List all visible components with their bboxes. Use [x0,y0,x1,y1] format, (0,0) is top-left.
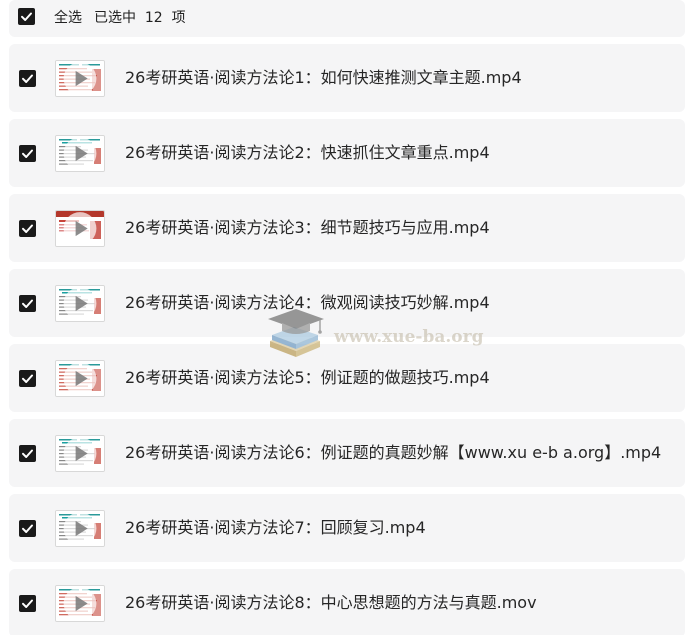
play-icon [63,62,97,95]
file-checkbox[interactable] [19,595,36,612]
file-row[interactable]: 26考研英语·阅读方法论5：例证题的做题技巧.mp4 [9,344,685,412]
file-name[interactable]: 26考研英语·阅读方法论3：细节题技巧与应用.mp4 [125,218,490,238]
checkmark-icon [22,299,33,308]
file-row[interactable]: 26考研英语·阅读方法论7：回顾复习.mp4 [9,494,685,562]
file-checkbox[interactable] [19,520,36,537]
file-row[interactable]: 26考研英语·阅读方法论1：如何快速推测文章主题.mp4 [9,44,685,112]
selected-count-text: 已选中 12 项 [94,10,186,26]
checkmark-icon [21,12,32,21]
file-name[interactable]: 26考研英语·阅读方法论8：中心思想题的方法与真题.mov [125,593,537,613]
video-thumbnail[interactable] [55,60,105,97]
play-icon [63,437,97,470]
checkmark-icon [22,224,33,233]
video-thumbnail[interactable] [55,135,105,172]
play-icon [63,362,97,395]
file-checkbox[interactable] [19,295,36,312]
checkmark-icon [22,374,33,383]
play-icon [63,512,97,545]
select-all-label[interactable]: 全选 [54,8,82,28]
select-all-checkbox[interactable] [18,8,35,25]
file-row[interactable]: 26考研英语·阅读方法论3：细节题技巧与应用.mp4 [9,194,685,262]
checkmark-icon [22,599,33,608]
file-name[interactable]: 26考研英语·阅读方法论1：如何快速推测文章主题.mp4 [125,68,522,88]
file-row[interactable]: 26考研英语·阅读方法论2：快速抓住文章重点.mp4 [9,119,685,187]
video-thumbnail[interactable] [55,435,105,472]
checkmark-icon [22,449,33,458]
checkmark-icon [22,524,33,533]
file-checkbox[interactable] [19,370,36,387]
file-name[interactable]: 26考研英语·阅读方法论2：快速抓住文章重点.mp4 [125,143,490,163]
play-icon [63,287,97,320]
checkmark-icon [22,74,33,83]
file-name[interactable]: 26考研英语·阅读方法论5：例证题的做题技巧.mp4 [125,368,490,388]
file-name[interactable]: 26考研英语·阅读方法论4：微观阅读技巧妙解.mp4 [125,293,490,313]
video-thumbnail[interactable] [55,510,105,547]
video-thumbnail[interactable] [55,585,105,622]
file-list-page: 全选 已选中 12 项 26考研英语·阅读方法论1：如何快速推测文章主题.mp4… [0,0,685,635]
file-name[interactable]: 26考研英语·阅读方法论7：回顾复习.mp4 [125,518,426,538]
file-checkbox[interactable] [19,145,36,162]
file-checkbox[interactable] [19,220,36,237]
play-icon [63,587,97,620]
file-checkbox[interactable] [19,445,36,462]
file-checkbox[interactable] [19,70,36,87]
play-icon [63,212,97,245]
file-row[interactable]: 26考研英语·阅读方法论6：例证题的真题妙解【www.xu e-b a.org】… [9,419,685,487]
file-row[interactable]: 26考研英语·阅读方法论4：微观阅读技巧妙解.mp4 [9,269,685,337]
video-thumbnail[interactable] [55,360,105,397]
play-icon [63,137,97,170]
checkmark-icon [22,149,33,158]
file-name[interactable]: 26考研英语·阅读方法论6：例证题的真题妙解【www.xu e-b a.org】… [125,443,661,463]
video-thumbnail[interactable] [55,210,105,247]
file-row[interactable]: 26考研英语·阅读方法论8：中心思想题的方法与真题.mov [9,569,685,635]
select-all-bar: 全选 已选中 12 项 [9,0,685,37]
video-thumbnail[interactable] [55,285,105,322]
